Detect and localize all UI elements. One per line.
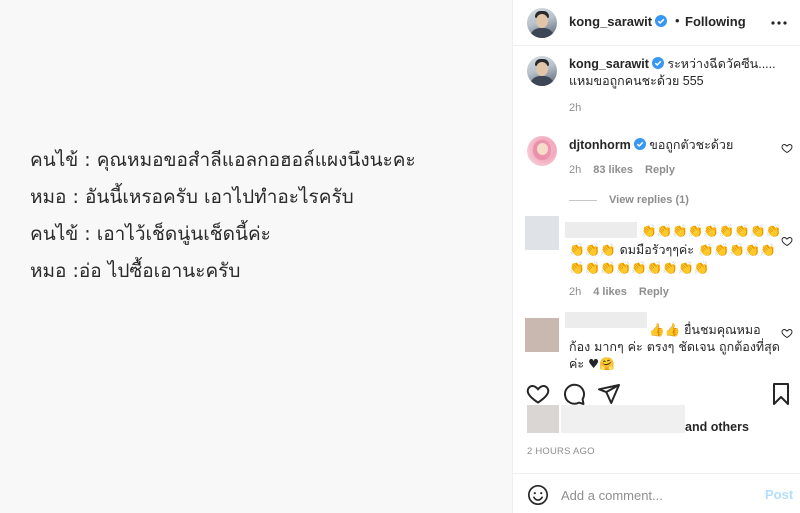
post-header: kong_sarawit • Following xyxy=(513,0,800,46)
caption-meta: 2h xyxy=(569,102,593,114)
save-bookmark-icon[interactable] xyxy=(769,382,793,406)
verified-badge-icon xyxy=(633,138,646,150)
comment-2-reply[interactable]: Reply xyxy=(639,286,669,298)
comment-2-time: 2h xyxy=(569,286,582,298)
comment-like-heart-icon[interactable] xyxy=(781,327,793,339)
author-avatar[interactable] xyxy=(527,8,557,38)
post-line-3: คนไข้ : เอาไว้เช็ดนู่นเช็ดนี้ค่ะ xyxy=(30,223,271,245)
author-username[interactable]: kong_sarawit xyxy=(569,14,668,29)
comment-2-username-blurred[interactable] xyxy=(565,222,637,238)
post-line-4: หมอ :อ่อ ไปซื้อเอานะครับ xyxy=(30,260,241,282)
comment-2-meta: 2h 4 likes Reply xyxy=(569,286,681,298)
comment-2-line-3: 👏👏👏👏👏👏👏👏👏 xyxy=(569,260,710,275)
like-heart-icon[interactable] xyxy=(526,382,550,406)
header-separator: • xyxy=(675,13,680,28)
comment-2-likes[interactable]: 4 likes xyxy=(593,286,627,298)
comment-3-line-2: ก้อง มากๆ ค่ะ ตรงๆ ชัดเจน ถูกต้องที่สุด xyxy=(569,339,780,354)
comment-1-time: 2h xyxy=(569,164,582,176)
more-horizontal-icon[interactable] xyxy=(769,14,789,32)
comment-2-line-1: 👏👏👏👏👏👏👏👏👏 xyxy=(641,223,782,238)
comment-1-reply[interactable]: Reply xyxy=(645,164,675,176)
comment-3-avatar[interactable] xyxy=(525,318,559,352)
comment-bubble-icon[interactable] xyxy=(562,382,586,406)
caption-avatar[interactable] xyxy=(527,56,557,86)
view-replies-button[interactable]: View replies (1) xyxy=(609,194,689,206)
add-comment-input[interactable] xyxy=(561,483,741,507)
comment-3-username-blurred[interactable] xyxy=(565,312,647,328)
comment-3-line-1: 👍👍 ยื่นชมคุณหมอ xyxy=(649,322,761,337)
comment-1-likes[interactable]: 83 likes xyxy=(593,164,633,176)
following-button[interactable]: Following xyxy=(685,14,746,29)
post-image-text: คนไข้ : คุณหมอขอสำลีแอลกอฮอล์แผงนึงนะคะ … xyxy=(30,142,416,290)
comment-1-username[interactable]: djtonhorm xyxy=(569,138,631,152)
caption-username[interactable]: kong_sarawit xyxy=(569,57,649,71)
post-line-1: คนไข้ : คุณหมอขอสำลีแอลกอฮอล์แผงนึงนะคะ xyxy=(30,149,416,171)
likes-avatar-blurred[interactable] xyxy=(527,405,559,433)
post-comment-button[interactable]: Post xyxy=(765,487,793,502)
comment-1-body: djtonhorm ขอถูกตัวชะด้วย xyxy=(569,137,789,154)
emoji-smile-icon[interactable] xyxy=(527,484,549,506)
post-timestamp: 2 HOURS AGO xyxy=(527,446,595,457)
post-side-panel: kong_sarawit • Following kong_sarawit ระ… xyxy=(512,0,800,513)
view-replies-line xyxy=(569,200,597,201)
comment-2-avatar[interactable] xyxy=(525,216,559,250)
verified-badge-icon xyxy=(655,15,668,27)
comment-2-line-2: 👏👏👏 ดมมือรัวๆๆค่ะ 👏👏👏👏👏 xyxy=(569,242,776,257)
post-image: คนไข้ : คุณหมอขอสำลีแอลกอฮอล์แผงนึงนะคะ … xyxy=(0,0,512,513)
comment-1-text: ขอถูกตัวชะด้วย xyxy=(649,138,734,152)
comment-like-heart-icon[interactable] xyxy=(781,235,793,247)
caption-time: 2h xyxy=(569,102,582,114)
verified-badge-icon xyxy=(651,57,664,69)
comment-avatar-djtonhorm[interactable] xyxy=(527,136,557,166)
comment-3-line-3: ค่ะ ♥🤗 xyxy=(569,356,615,371)
likes-names-blurred[interactable] xyxy=(561,405,685,433)
comment-1-meta: 2h 83 likes Reply xyxy=(569,164,687,176)
share-send-icon[interactable] xyxy=(597,382,621,406)
add-comment-bar: Post xyxy=(513,473,800,513)
comment-like-heart-icon[interactable] xyxy=(781,142,793,154)
likes-and-others[interactable]: and others xyxy=(685,420,749,434)
post-line-2: หมอ : อันนี้เหรอครับ เอาไปทำอะไรครับ xyxy=(30,186,354,208)
caption-body: kong_sarawit ระหว่างฉีดวัคซีน..... แหมขอ… xyxy=(569,56,789,90)
